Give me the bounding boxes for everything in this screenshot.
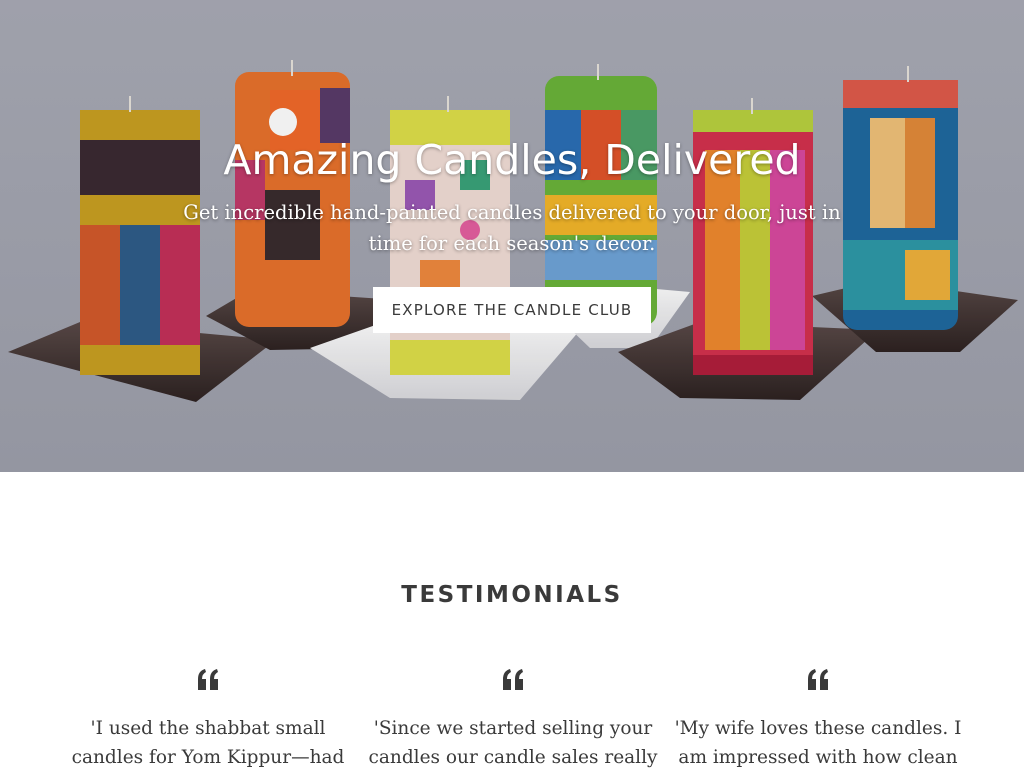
testimonial-text: 'I used the shabbat small candles for Yo… xyxy=(71,718,345,768)
testimonial-item: 'I used the shabbat small candles for Yo… xyxy=(63,668,353,768)
testimonials-heading: TESTIMONIALS xyxy=(401,582,623,608)
hero-banner: Amazing Candles, Delivered Get incredibl… xyxy=(0,0,1024,472)
testimonial-text: 'Since we started selling your candles o… xyxy=(368,718,658,768)
testimonial-item: 'My wife loves these candles. I am impre… xyxy=(673,668,963,768)
testimonial-item: 'Since we started selling your candles o… xyxy=(368,668,658,768)
explore-candle-club-button[interactable]: EXPLORE THE CANDLE CLUB xyxy=(373,287,651,333)
quote-icon xyxy=(503,669,523,690)
quote-icon xyxy=(808,669,828,690)
testimonial-text: 'My wife loves these candles. I am impre… xyxy=(674,718,962,768)
hero-subtitle: Get incredible hand-painted candles deli… xyxy=(183,201,841,255)
quote-icon xyxy=(198,669,218,690)
hero-title: Amazing Candles, Delivered xyxy=(223,136,801,184)
